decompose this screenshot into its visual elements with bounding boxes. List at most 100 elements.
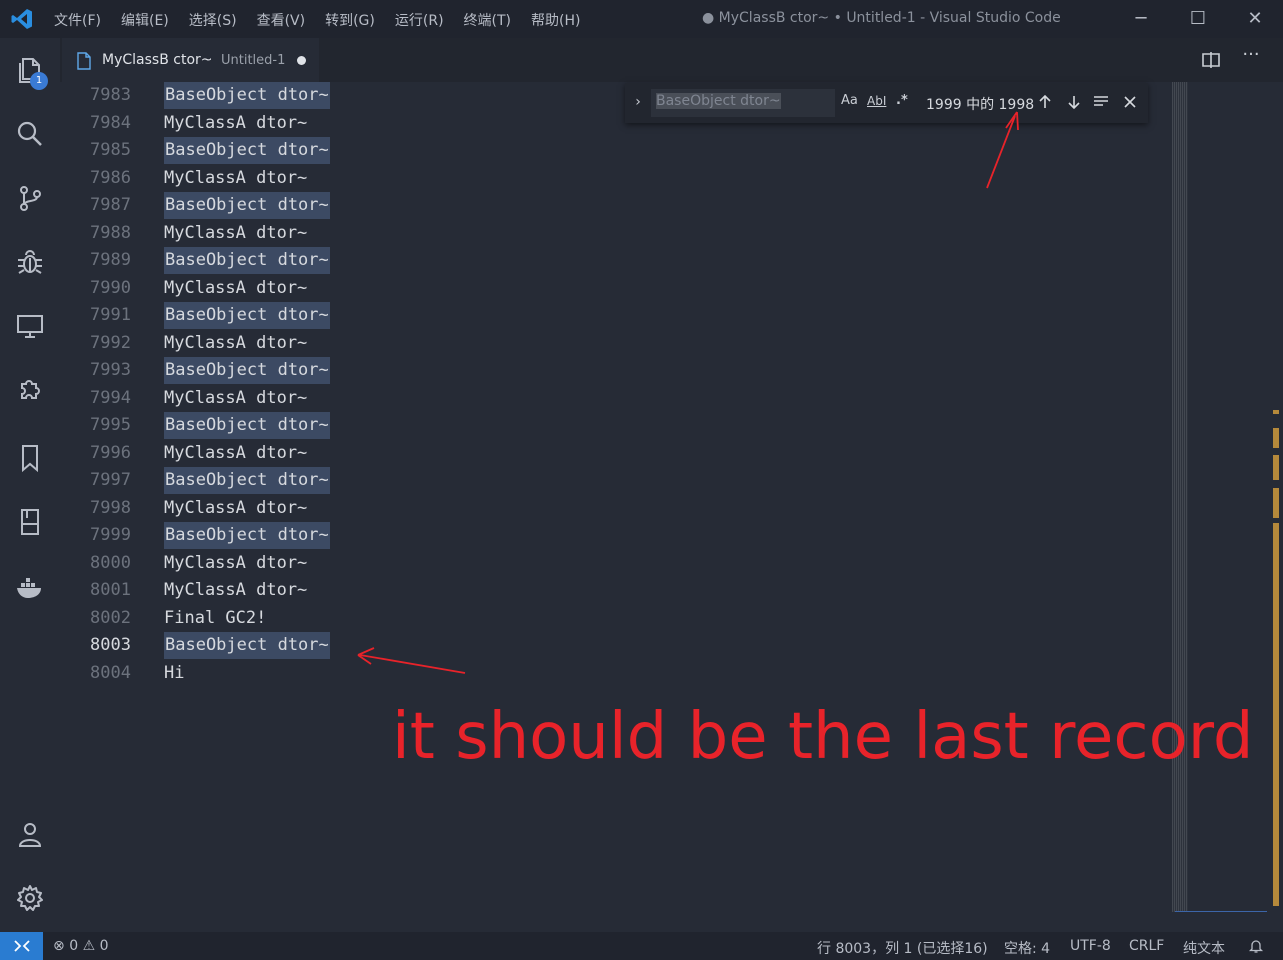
line-text[interactable]: MyClassA dtor~ [164,165,307,192]
book-icon [21,509,39,535]
menu-help[interactable]: 帮助(H) [531,10,580,30]
line-text[interactable]: MyClassA dtor~ [164,220,307,247]
previous-match-button[interactable] [1033,89,1057,115]
minimize-button[interactable]: ─ [1126,6,1156,32]
end-of-line[interactable]: CRLF [1129,938,1164,954]
line-text[interactable]: BaseObject dtor~ [164,632,330,659]
docker-button[interactable] [10,568,50,608]
search-icon [17,121,42,146]
line-text[interactable]: BaseObject dtor~ [164,137,330,164]
menu-run[interactable]: 运行(R) [395,10,444,30]
remote-explorer-icon [17,315,43,338]
tab-bar: MyClassB ctor~ Untitled-1 ··· [60,38,1283,83]
gear-icon [17,885,43,911]
remote-explorer-button[interactable] [10,306,50,346]
arrow-up-icon [1039,94,1051,108]
run-debug-button[interactable] [10,242,50,282]
match-case-button[interactable]: Aa [841,93,858,108]
source-control-button[interactable] [10,178,50,218]
line-text[interactable]: MyClassA dtor~ [164,577,307,604]
line-number: 7988 [90,222,131,243]
use-regex-button[interactable]: .* [896,93,908,108]
editor[interactable]: 7983 BaseObject dtor~ 7984 MyClassA dtor~ … [60,82,1170,932]
indentation[interactable]: 空格: 4 [1004,938,1050,958]
line-text[interactable]: MyClassA dtor~ [164,275,307,302]
ruler-match-marker [1273,428,1279,448]
language-mode[interactable]: 纯文本 [1183,938,1225,958]
close-find-button[interactable] [1118,89,1142,115]
manage-button[interactable] [10,878,50,918]
bookmark-icon [22,445,38,473]
menu-go[interactable]: 转到(G) [325,10,375,30]
docker-icon [17,578,41,598]
line-text[interactable]: BaseObject dtor~ [164,357,330,384]
problems-indicator[interactable]: ⊗ 0 ⚠ 0 [53,938,109,954]
find-input[interactable]: BaseObject dtor~ [651,89,835,117]
match-whole-word-button[interactable]: AbI [867,94,886,108]
menu-view[interactable]: 查看(V) [257,10,306,30]
editor-line: 7985 BaseObject dtor~ [60,137,1160,164]
line-number: 7999 [90,525,131,545]
activity-bar: 1 [0,38,60,932]
next-match-button[interactable] [1062,89,1086,115]
encoding[interactable]: UTF-8 [1070,938,1111,954]
bookmarks-button[interactable] [10,438,50,478]
maximize-button[interactable]: ☐ [1183,6,1213,32]
editor-scrollbar[interactable] [1172,82,1188,912]
line-text[interactable]: Hi [164,660,184,687]
editor-line: 7998 MyClassA dtor~ [60,495,1160,522]
line-text[interactable]: BaseObject dtor~ [164,192,330,219]
line-text[interactable]: Final GC2! [164,605,266,632]
editor-line: 7992 MyClassA dtor~ [60,330,1160,357]
line-text[interactable]: BaseObject dtor~ [164,412,330,439]
menu-file[interactable]: 文件(F) [54,10,101,30]
line-text[interactable]: MyClassA dtor~ [164,110,307,137]
extensions-button[interactable] [10,370,50,410]
line-text[interactable]: BaseObject dtor~ [164,522,330,549]
overview-ruler-divider [1175,911,1267,912]
line-text[interactable]: MyClassA dtor~ [164,550,307,577]
line-text[interactable]: MyClassA dtor~ [164,495,307,522]
find-in-selection-button[interactable] [1089,89,1113,115]
accounts-button[interactable] [10,814,50,854]
line-text[interactable]: MyClassA dtor~ [164,385,307,412]
close-window-button[interactable]: ✕ [1240,6,1270,32]
debug-icon [18,250,42,274]
line-text[interactable]: BaseObject dtor~ [164,302,330,329]
unsaved-dot-icon[interactable] [297,56,306,65]
ruler-match-marker [1273,410,1279,414]
tab-title: MyClassB ctor~ [102,52,213,68]
more-actions-button[interactable]: ··· [1240,44,1262,74]
bell-icon[interactable] [1248,938,1264,954]
menu-selection[interactable]: 选择(S) [189,10,237,30]
editor-line: 7999 BaseObject dtor~ [60,522,1160,549]
line-text[interactable]: BaseObject dtor~ [164,467,330,494]
search-button[interactable] [10,114,50,154]
match-count: 1999 中的 1998 [926,97,1035,113]
tab-untitled-1[interactable]: MyClassB ctor~ Untitled-1 [62,38,319,83]
menu-edit[interactable]: 编辑(E) [121,10,169,30]
menu-bar: 文件(F) 编辑(E) 选择(S) 查看(V) 转到(G) 运行(R) 终端(T… [54,10,600,30]
editor-line: 8002 Final GC2! [60,605,1160,632]
error-icon: ⊗ [53,938,65,954]
menu-terminal[interactable]: 终端(T) [464,10,511,30]
remote-icon [13,940,30,952]
explorer-button[interactable]: 1 [10,50,50,90]
line-number: 7986 [90,167,131,188]
explorer-badge: 1 [30,72,48,90]
window-title: ● MyClassB ctor~ • Untitled-1 - Visual S… [702,10,1061,26]
line-text[interactable]: MyClassA dtor~ [164,330,307,357]
toggle-replace-chevron-right-icon[interactable]: › [629,91,647,113]
editor-line: 7993 BaseObject dtor~ [60,357,1160,384]
editor-line: 7988 MyClassA dtor~ [60,220,1160,247]
line-number: 7985 [90,140,131,160]
book-button[interactable] [10,502,50,542]
split-editor-icon[interactable] [1200,50,1222,70]
vscode-logo-icon[interactable] [10,7,34,31]
line-text[interactable]: BaseObject dtor~ [164,247,330,274]
editor-line: 8003 BaseObject dtor~ [60,632,1160,659]
cursor-position[interactable]: 行 8003，列 1 (已选择16) [817,938,988,958]
line-text[interactable]: MyClassA dtor~ [164,440,307,467]
line-text[interactable]: BaseObject dtor~ [164,82,330,109]
remote-indicator[interactable] [0,932,43,960]
